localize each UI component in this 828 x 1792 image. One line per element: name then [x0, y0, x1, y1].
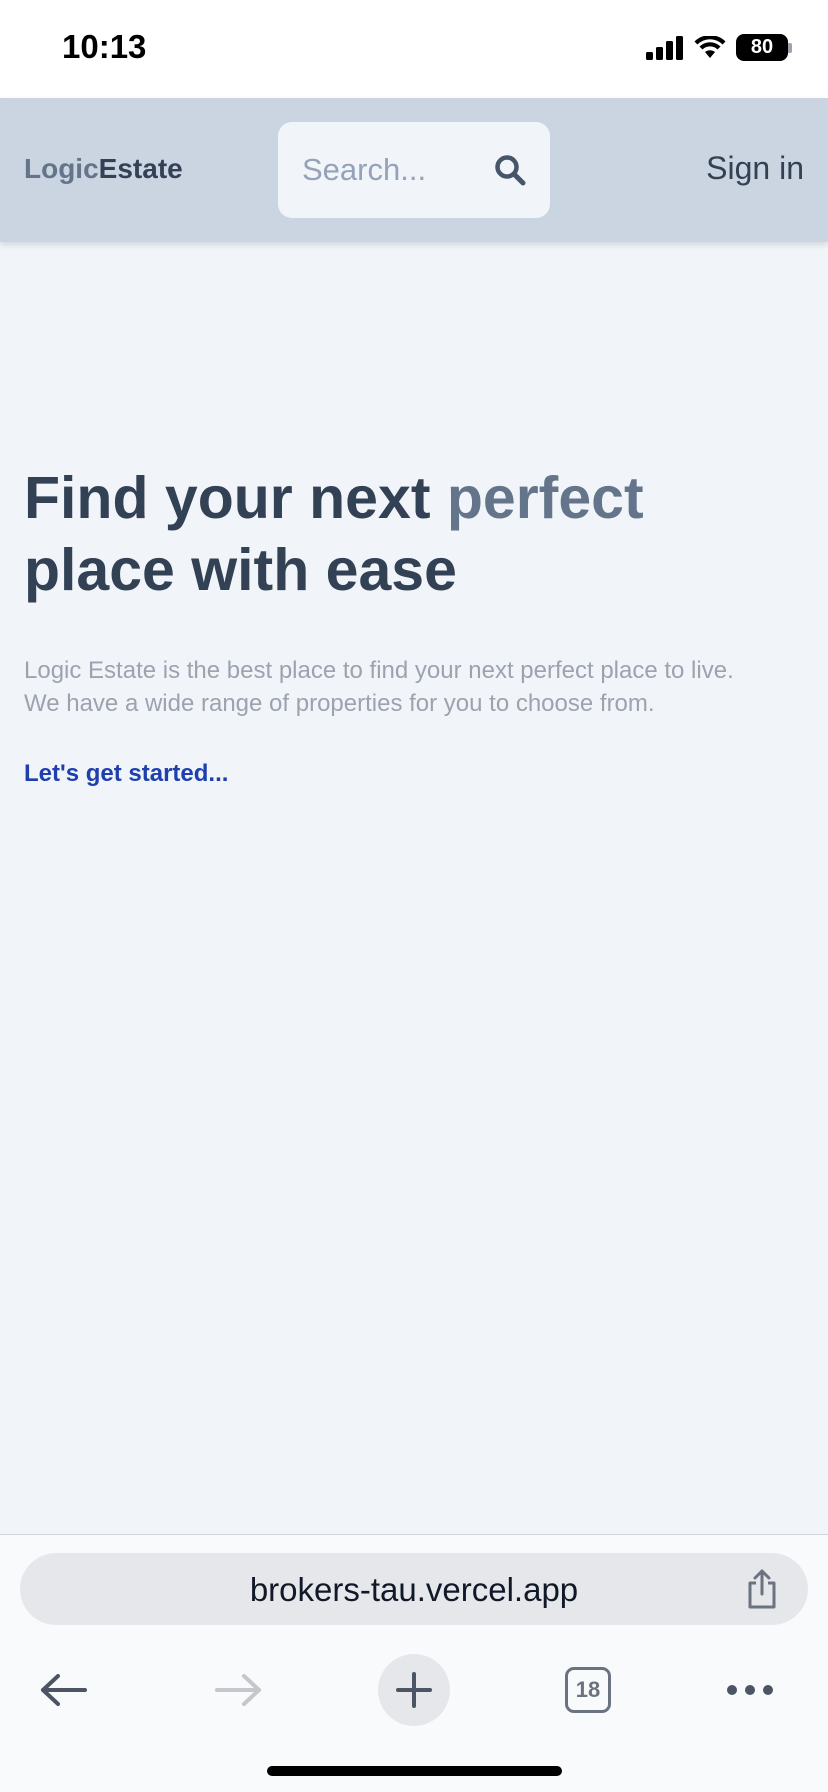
hero-title-part2: place with ease — [24, 537, 457, 603]
screen: 10:13 80 LogicEstate Search... Sign in F… — [0, 0, 828, 1792]
status-bar: 10:13 80 — [0, 0, 828, 98]
tabs-icon: 18 — [565, 1667, 611, 1713]
new-tab-button[interactable] — [378, 1645, 450, 1735]
back-button[interactable] — [28, 1645, 100, 1735]
signin-link[interactable]: Sign in — [706, 150, 804, 187]
hero-title: Find your next perfect place with ease — [24, 462, 804, 606]
logo-part-estate: Estate — [98, 153, 183, 184]
browser-toolbar: brokers-tau.vercel.app 18 — [0, 1534, 828, 1792]
status-icons: 80 — [646, 34, 792, 61]
hero-description-line1: Logic Estate is the best place to find y… — [24, 657, 734, 684]
search-box — [278, 122, 550, 218]
more-icon — [727, 1685, 773, 1695]
signal-icon — [646, 35, 683, 60]
home-indicator[interactable] — [267, 1766, 562, 1776]
logo-part-logic: Logic — [24, 153, 99, 184]
forward-arrow-icon — [215, 1674, 261, 1706]
hero-description: Logic Estate is the best place to find y… — [24, 654, 814, 720]
more-button[interactable] — [714, 1645, 786, 1735]
get-started-link[interactable]: Let's get started... — [24, 760, 228, 788]
address-bar[interactable]: brokers-tau.vercel.app — [20, 1553, 808, 1625]
hero-title-accent: perfect — [446, 465, 644, 531]
site-header: LogicEstate Sign in — [0, 98, 828, 242]
plus-circle — [378, 1654, 450, 1726]
battery-level: 80 — [736, 34, 788, 61]
wifi-icon — [694, 35, 726, 58]
browser-nav-row: 18 — [0, 1645, 828, 1735]
search-icon[interactable] — [494, 154, 526, 186]
hero-section: Find your next perfect place with ease L… — [24, 462, 804, 788]
search-input[interactable] — [302, 152, 494, 188]
status-time: 10:13 — [62, 28, 147, 65]
forward-button[interactable] — [202, 1645, 274, 1735]
battery-tip — [788, 42, 792, 53]
tabs-button[interactable]: 18 — [552, 1645, 624, 1735]
hero-title-part1: Find your next — [24, 465, 447, 531]
hero-description-line2: We have a wide range of properties for y… — [24, 690, 655, 717]
logo[interactable]: LogicEstate — [24, 153, 183, 185]
share-icon[interactable] — [744, 1567, 780, 1611]
battery-icon: 80 — [736, 34, 792, 61]
back-arrow-icon — [41, 1674, 87, 1706]
plus-icon — [396, 1672, 432, 1708]
url-text: brokers-tau.vercel.app — [249, 1571, 579, 1608]
